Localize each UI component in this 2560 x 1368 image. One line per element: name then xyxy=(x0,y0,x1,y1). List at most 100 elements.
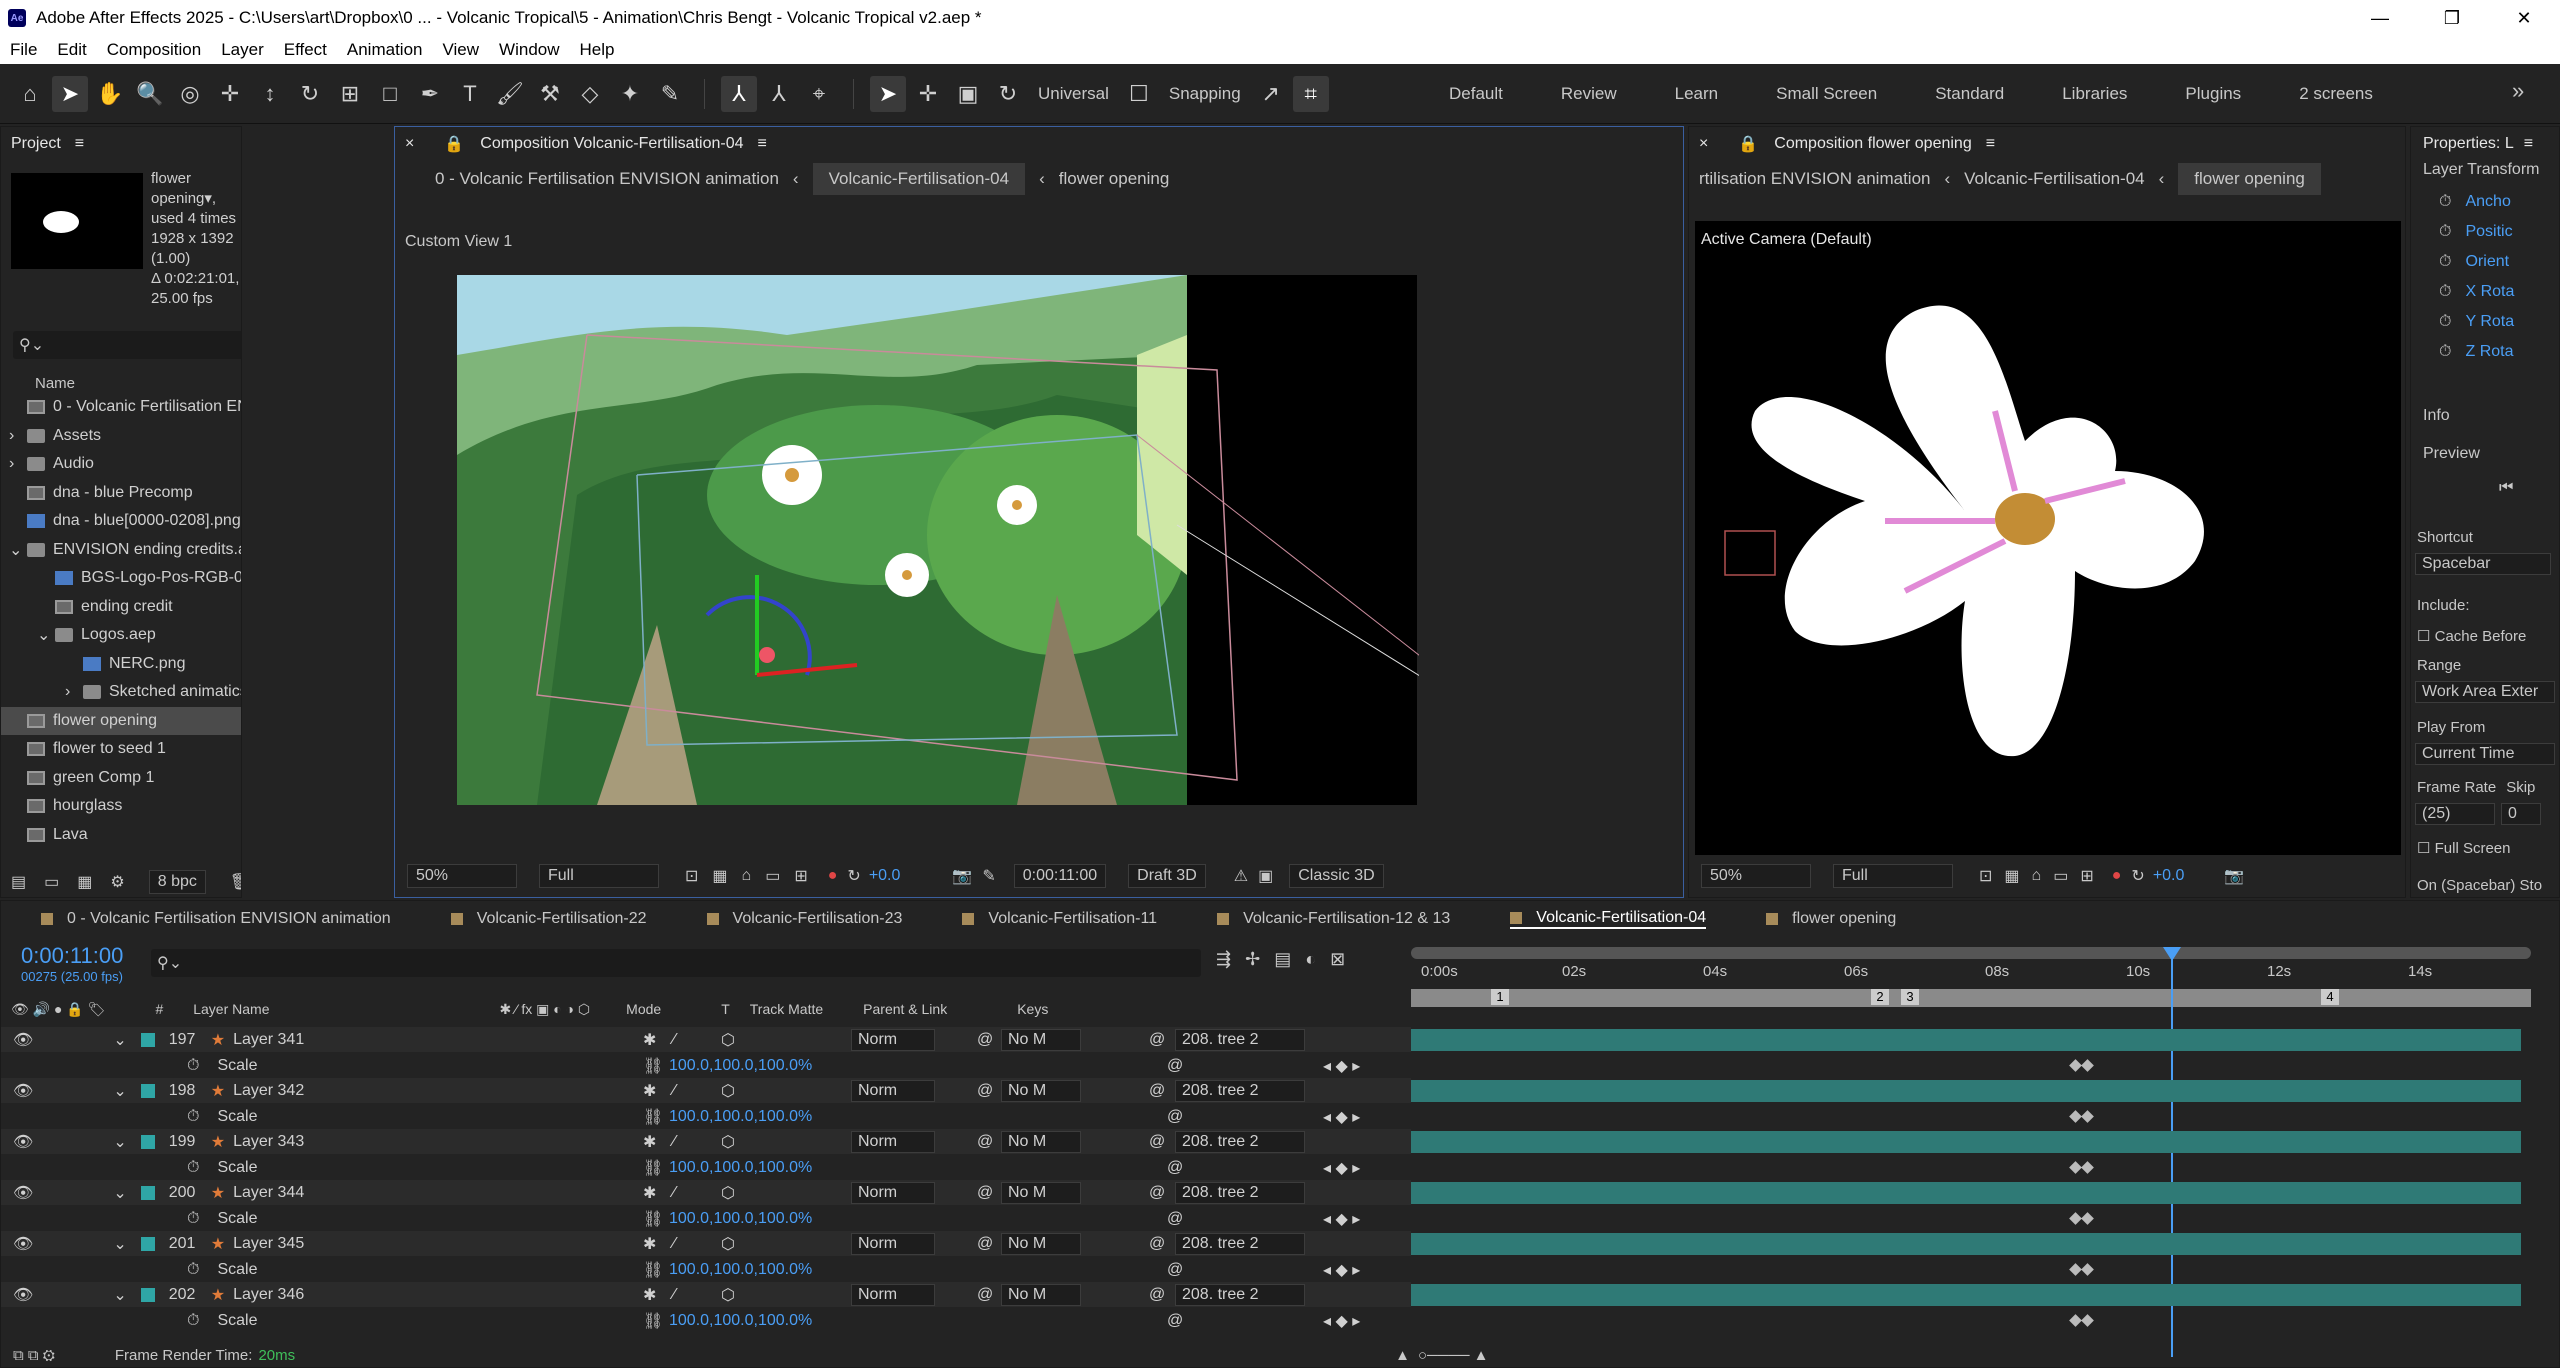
timeline-tab[interactable]: Volcanic-Fertilisation-12 & 13 xyxy=(1217,910,1450,928)
stopwatch-icon[interactable]: ⏱ xyxy=(2439,223,2451,241)
matte-pickwhip-icon[interactable]: @ xyxy=(977,1286,993,1304)
graph-editor-icon[interactable]: ⊠ xyxy=(1330,949,1345,970)
resolution-dropdown[interactable]: Full xyxy=(539,864,659,888)
parent-pickwhip-icon[interactable]: @ xyxy=(1149,1031,1165,1049)
reset-exposure-icon[interactable]: ↻ xyxy=(2131,866,2144,886)
timeline-tab[interactable]: Volcanic-Fertilisation-11 xyxy=(962,910,1157,928)
workspace-2-screens[interactable]: 2 screens xyxy=(2270,84,2402,104)
stopwatch-icon[interactable]: ⏱ xyxy=(2439,343,2451,361)
range-dropdown[interactable]: Work Area Exter xyxy=(2415,681,2555,703)
chevron-right-icon[interactable]: › xyxy=(9,427,27,445)
parent-pickwhip-icon[interactable]: @ xyxy=(1149,1082,1165,1100)
keyframe-nav[interactable]: ◂ ◆ ▸ xyxy=(1323,1107,1360,1127)
3d-layer-icon[interactable]: ⬡ xyxy=(721,1234,735,1254)
layer-name[interactable]: Layer 341 xyxy=(233,1031,304,1049)
project-item[interactable]: ending credit xyxy=(1,593,241,622)
blend-mode-dropdown[interactable]: Norm xyxy=(851,1079,935,1102)
timeline-search-input[interactable]: ⚲⌄ xyxy=(151,949,1201,977)
timeline-tab[interactable]: 0 - Volcanic Fertilisation ENVISION anim… xyxy=(41,910,391,928)
new-comp-icon[interactable]: ▦ xyxy=(77,872,92,892)
visibility-eye-icon[interactable]: 👁 xyxy=(13,1183,33,1203)
keys-column[interactable]: Keys xyxy=(1017,1001,1048,1017)
snap-grid-icon[interactable]: ⌗ xyxy=(1292,75,1329,112)
extended-viewer-icon[interactable]: ⚠ xyxy=(1234,866,1248,886)
panel-menu-icon[interactable]: ≡ xyxy=(75,135,84,153)
label-color-swatch[interactable] xyxy=(140,1134,155,1149)
zoom-dropdown[interactable]: 50% xyxy=(407,864,517,888)
layer-row[interactable]: 👁 ⌄ 197 ★ Layer 341 ✱ ⁄ ⬡ Norm @ No M @208. tree 2 xyxy=(1,1027,1411,1052)
layer-name[interactable]: Layer 344 xyxy=(233,1184,304,1202)
scale-value[interactable]: 100.0,100.0,100.0% xyxy=(669,1261,812,1279)
menu-effect[interactable]: Effect xyxy=(274,40,337,60)
workspace-overflow-icon[interactable]: » xyxy=(2512,78,2524,104)
properties-title[interactable]: Properties: L xyxy=(2423,135,2514,153)
track-matte-dropdown[interactable]: No M xyxy=(1001,1232,1081,1255)
shy-switch-icon[interactable]: ✱ xyxy=(643,1132,656,1152)
maximize-button[interactable]: ❐ xyxy=(2416,0,2488,36)
layer-name[interactable]: Layer 346 xyxy=(233,1286,304,1304)
info-panel-tab[interactable]: Info xyxy=(2423,407,2450,425)
stopwatch-icon[interactable]: ⏱ xyxy=(2439,253,2451,271)
scale-value[interactable]: 100.0,100.0,100.0% xyxy=(669,1057,812,1075)
chevron-right-icon[interactable]: › xyxy=(65,683,83,701)
workspace-libraries[interactable]: Libraries xyxy=(2033,84,2156,104)
project-panel-title[interactable]: Project xyxy=(11,135,61,153)
zoom-dropdown[interactable]: 50% xyxy=(1701,864,1811,888)
shortcut-dropdown[interactable]: Spacebar xyxy=(2415,553,2551,575)
draft-3d-icon[interactable]: ✢ xyxy=(1245,949,1260,970)
3d-rotate-icon[interactable]: ↻ xyxy=(990,76,1026,112)
pan-behind-icon[interactable]: ⊞ xyxy=(332,76,368,112)
3d-move-icon[interactable]: ✛ xyxy=(910,76,946,112)
parent-dropdown[interactable]: 208. tree 2 xyxy=(1175,1028,1305,1051)
grid-icon[interactable]: ⊞ xyxy=(2080,866,2093,886)
chevron-down-icon[interactable]: ⌄ xyxy=(113,1183,126,1203)
transform-property-row[interactable]: ⏱ Ancho xyxy=(2439,187,2559,217)
scale-value[interactable]: 100.0,100.0,100.0% xyxy=(669,1210,812,1228)
matte-pickwhip-icon[interactable]: @ xyxy=(977,1031,993,1049)
world-axis-icon[interactable]: ⅄ xyxy=(761,76,797,112)
skip-to-start-icon[interactable]: ⏮ xyxy=(2499,479,2513,497)
keyframe[interactable] xyxy=(2081,1314,2094,1327)
roto-brush-icon[interactable]: ✦ xyxy=(612,76,648,112)
interpret-footage-icon[interactable]: ▤ xyxy=(11,872,26,892)
t-column[interactable]: T xyxy=(721,1001,730,1017)
renderer-dropdown[interactable]: Classic 3D xyxy=(1289,864,1384,888)
keyframe[interactable] xyxy=(2081,1212,2094,1225)
layer-row[interactable]: 👁 ⌄ 201 ★ Layer 345 ✱ ⁄ ⬡ Norm @ No M @208. tree 2 xyxy=(1,1231,1411,1256)
keyframe[interactable] xyxy=(2069,1161,2082,1174)
crumb-vf04[interactable]: Volcanic-Fertilisation-04 xyxy=(812,163,1026,195)
scale-value[interactable]: 100.0,100.0,100.0% xyxy=(669,1312,812,1330)
layer-name-column[interactable]: Layer Name xyxy=(193,1001,269,1017)
keyframe[interactable] xyxy=(2069,1110,2082,1123)
menu-layer[interactable]: Layer xyxy=(211,40,274,60)
link-icon[interactable]: ⛓ xyxy=(643,1158,663,1178)
time-ruler[interactable]: 0:00s 02s 04s 06s 08s 10s 12s 14s 1 23 4 xyxy=(1411,947,2531,1357)
transparency-grid-icon[interactable]: ▦ xyxy=(2004,866,2019,886)
menu-animation[interactable]: Animation xyxy=(337,40,433,60)
stopwatch-icon[interactable]: ⏱ xyxy=(187,1210,199,1228)
quality-switch-icon[interactable]: ⁄ xyxy=(673,1286,676,1304)
label-color-swatch[interactable] xyxy=(140,1287,155,1302)
lock-icon[interactable]: 🔒 xyxy=(1738,134,1758,154)
project-item[interactable]: flower to seed 1 xyxy=(1,735,241,764)
full-screen-checkbox[interactable]: ☐ Full Screen xyxy=(2417,839,2511,857)
bpc-button[interactable]: 8 bpc xyxy=(148,870,206,894)
link-icon[interactable]: ⛓ xyxy=(643,1209,663,1229)
pickwhip-icon[interactable]: @ xyxy=(1167,1312,1183,1330)
guides-icon[interactable]: ▭ xyxy=(765,866,780,886)
layer-row[interactable]: 👁 ⌄ 199 ★ Layer 343 ✱ ⁄ ⬡ Norm @ No M @208. tree 2 xyxy=(1,1129,1411,1154)
hand-tool-icon[interactable]: ✋ xyxy=(92,76,128,112)
scale-property-row[interactable]: ⏱ Scale ⛓ 100.0,100.0,100.0% @ ◂ ◆ ▸ xyxy=(1,1053,1411,1078)
composition-flowchart-icon[interactable]: ⇶ xyxy=(1216,949,1231,970)
track-matte-dropdown[interactable]: No M xyxy=(1001,1181,1081,1204)
exposure-value[interactable]: +0.0 xyxy=(869,867,901,885)
transparency-grid-icon[interactable]: ▦ xyxy=(712,866,727,886)
scale-property-row[interactable]: ⏱ Scale ⛓ 100.0,100.0,100.0% @ ◂ ◆ ▸ xyxy=(1,1206,1411,1231)
track-matte-dropdown[interactable]: No M xyxy=(1001,1283,1081,1306)
layer-name[interactable]: Layer 343 xyxy=(233,1133,304,1151)
track-matte-dropdown[interactable]: No M xyxy=(1001,1130,1081,1153)
panel-menu-icon[interactable]: ≡ xyxy=(1986,135,1995,153)
scale-property-row[interactable]: ⏱ Scale ⛓ 100.0,100.0,100.0% @ ◂ ◆ ▸ xyxy=(1,1308,1411,1333)
close-tab-icon[interactable]: × xyxy=(1699,135,1708,153)
transform-property-row[interactable]: ⏱ Y Rota xyxy=(2439,307,2559,337)
